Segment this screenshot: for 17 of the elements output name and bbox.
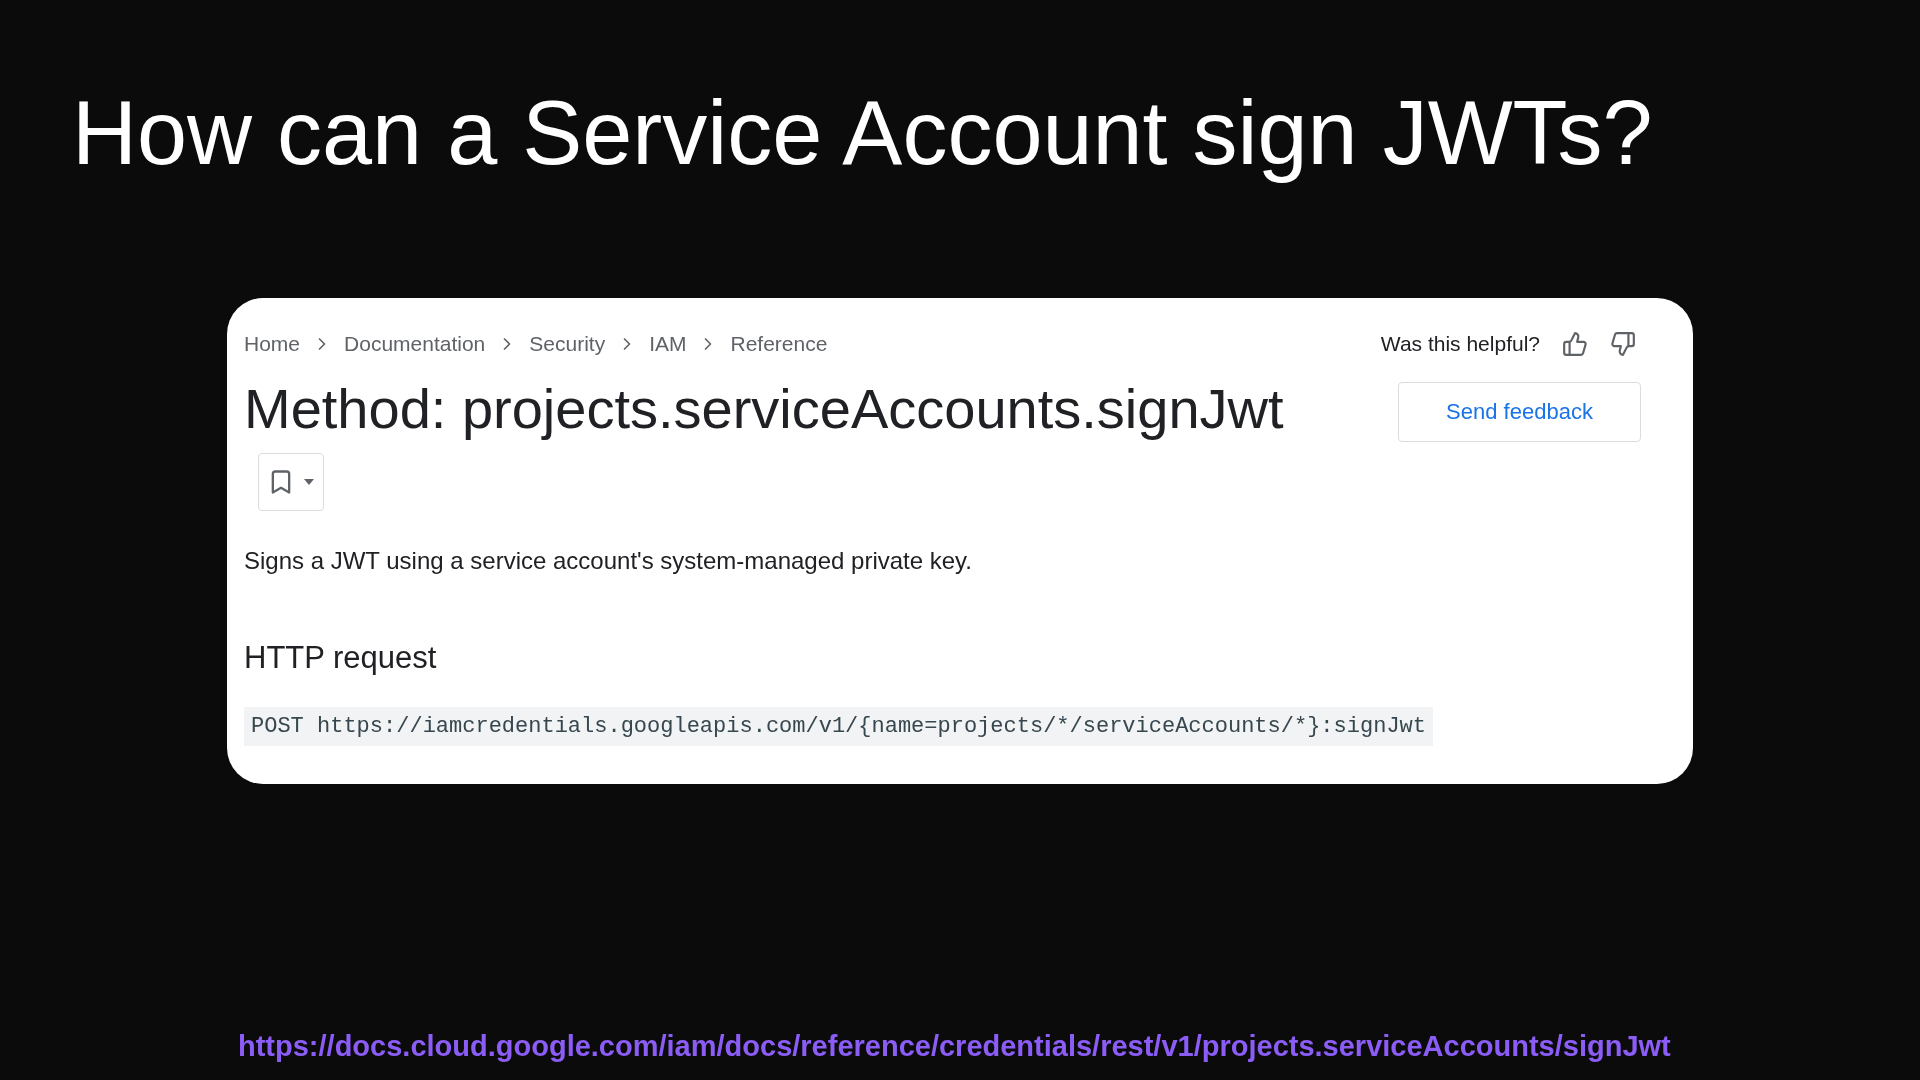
helpful-prompt: Was this helpful?: [1380, 331, 1540, 357]
breadcrumb-link[interactable]: Reference: [730, 328, 828, 360]
page-heading: Method: projects.serviceAccounts.signJwt: [244, 376, 1284, 440]
thumbs-up-icon[interactable]: [1562, 330, 1588, 357]
thumbs-down-icon[interactable]: [1610, 330, 1636, 357]
http-request-code: POST https://iamcredentials.googleapis.com/v1/{name=projects/*/serviceAccounts/*}:signJwt: [244, 707, 1433, 747]
breadcrumb-link[interactable]: Documentation: [344, 328, 486, 360]
breadcrumb-link[interactable]: Security: [529, 328, 606, 360]
source-link[interactable]: https://docs.cloud.google.com/iam/docs/reference/credentials/rest/v1/projects.serviceAccounts/signJwt: [238, 1024, 1671, 1068]
send-feedback-button[interactable]: Send feedback: [1398, 381, 1641, 442]
description: Signs a JWT using a service account's system-managed private key.: [244, 545, 973, 576]
slide-title: How can a Service Account sign JWTs?: [72, 82, 1653, 185]
breadcrumb-link[interactable]: IAM: [649, 328, 687, 360]
section-heading: HTTP request: [244, 638, 438, 677]
breadcrumb-link[interactable]: Home: [244, 328, 301, 360]
bookmark-button[interactable]: [258, 452, 324, 511]
caret-icon: [303, 477, 315, 486]
